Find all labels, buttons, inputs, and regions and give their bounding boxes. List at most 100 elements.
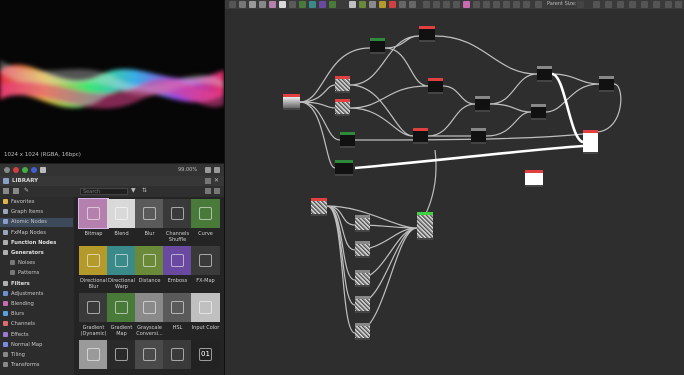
node-tile[interactable] (191, 293, 220, 322)
pencil-icon[interactable]: ✎ (24, 187, 29, 194)
tree-item[interactable]: Blurs (0, 310, 73, 319)
tool-icon-t[interactable] (675, 1, 682, 8)
size-dropdown[interactable] (577, 1, 584, 8)
tool-icon-l[interactable] (535, 1, 542, 8)
camera-icon[interactable] (214, 167, 220, 173)
node-tile[interactable] (79, 246, 108, 275)
node-tile[interactable] (107, 340, 136, 369)
graph-node[interactable] (583, 130, 598, 154)
channel-green-icon[interactable] (22, 167, 28, 173)
graph-icon[interactable] (229, 1, 236, 8)
graph-node[interactable] (471, 128, 486, 144)
node-tile[interactable] (135, 246, 164, 275)
output-node-icon[interactable] (389, 1, 396, 8)
distance-node-icon[interactable] (359, 1, 366, 8)
tool-icon-i[interactable] (503, 1, 510, 8)
node-tile[interactable] (135, 199, 164, 228)
tree-item[interactable]: Blending (0, 300, 73, 309)
tool-icon-g[interactable] (483, 1, 490, 8)
graph-node[interactable] (531, 104, 546, 120)
graph-node[interactable] (283, 94, 300, 110)
2d-view-panel[interactable]: 1024 x 1024 (RGBA, 16bpc) (0, 0, 224, 163)
node-tile[interactable] (107, 246, 136, 275)
pin-icon[interactable] (259, 1, 266, 8)
dir-blur-node-icon[interactable] (379, 1, 386, 8)
hsl-node-icon[interactable] (409, 1, 416, 8)
tool-icon-f[interactable] (473, 1, 480, 8)
graph-node[interactable] (335, 160, 353, 176)
tree-item[interactable]: Transforms (0, 361, 73, 370)
tool-icon-r[interactable] (653, 1, 660, 8)
tree-item[interactable]: Favorites (0, 198, 73, 207)
tool-icon-a[interactable] (423, 1, 430, 8)
graph-node[interactable] (335, 99, 350, 116)
bitmap-node-icon[interactable] (269, 1, 276, 8)
list-view-icon[interactable] (13, 188, 19, 194)
tree-item[interactable]: Function Nodes (0, 239, 73, 248)
graph-node[interactable] (419, 26, 435, 42)
tool-icon-e[interactable] (463, 1, 470, 8)
graph-node[interactable] (599, 76, 614, 92)
node-tile[interactable] (107, 293, 136, 322)
fxmap-node-icon[interactable] (339, 1, 346, 8)
tree-item[interactable]: Noises (0, 259, 73, 268)
tree-item[interactable]: Atomic Nodes (0, 218, 73, 228)
tool-icon-k[interactable] (523, 1, 530, 8)
sort-icon[interactable]: ⇅ (142, 187, 147, 194)
graph-view[interactable] (225, 0, 684, 375)
channel-all-icon[interactable] (4, 167, 10, 173)
tool-icon-j[interactable] (513, 1, 520, 8)
levels-node-icon[interactable] (399, 1, 406, 8)
graph-node[interactable] (355, 215, 370, 232)
graph-node[interactable] (355, 296, 370, 313)
node-tile[interactable] (163, 340, 192, 369)
blend-node-icon[interactable] (279, 1, 286, 8)
graph-node[interactable] (355, 241, 370, 258)
node-tile[interactable] (163, 199, 192, 228)
tree-item[interactable]: Normal Map (0, 341, 73, 350)
graph-node[interactable] (340, 132, 355, 148)
grayscale-node-icon[interactable] (369, 1, 376, 8)
tool-icon-q[interactable] (641, 1, 648, 8)
tree-item[interactable]: Filters (0, 280, 73, 289)
float-icon[interactable] (205, 178, 211, 184)
tree-item[interactable]: Adjustments (0, 290, 73, 299)
graph-node[interactable] (311, 198, 327, 216)
node-tile[interactable] (163, 246, 192, 275)
blur-node-icon[interactable] (289, 1, 296, 8)
channel-red-icon[interactable] (13, 167, 19, 173)
graph-node[interactable] (417, 212, 433, 240)
tool-icon-c[interactable] (443, 1, 450, 8)
graph-node[interactable] (537, 66, 552, 82)
node-tile[interactable] (163, 293, 192, 322)
emboss-node-icon[interactable] (319, 1, 326, 8)
alpha-icon[interactable] (40, 167, 46, 173)
node-tile[interactable]: 01 (191, 340, 220, 369)
channel-blue-icon[interactable] (31, 167, 37, 173)
graph-node[interactable] (428, 78, 443, 94)
graph-node[interactable] (525, 170, 543, 187)
search-input[interactable]: Search (80, 188, 128, 195)
zoom-level[interactable]: 99.00% (178, 167, 197, 173)
graph-node[interactable] (355, 323, 370, 340)
tree-item[interactable]: Generators (0, 249, 73, 258)
expand-icon[interactable] (214, 188, 220, 194)
tree-item[interactable]: Tiling (0, 351, 73, 360)
settings-icon[interactable] (205, 167, 211, 173)
tool-icon-m[interactable] (593, 1, 600, 8)
comment-icon[interactable] (249, 1, 256, 8)
tree-item[interactable]: Graph Items (0, 208, 73, 217)
filter-icon[interactable]: ▼ (131, 187, 136, 194)
graph-node[interactable] (335, 76, 350, 93)
node-tile[interactable] (79, 293, 108, 322)
node-tile[interactable] (78, 198, 109, 229)
grid-view-icon[interactable] (3, 188, 9, 194)
close-icon[interactable]: ✕ (214, 178, 220, 184)
input-color-node-icon[interactable] (349, 1, 356, 8)
warp-node-icon[interactable] (309, 1, 316, 8)
tree-item[interactable]: Channels (0, 320, 73, 329)
gradient-map-node-icon[interactable] (329, 1, 336, 8)
tool-icon-d[interactable] (453, 1, 460, 8)
node-tile[interactable] (191, 199, 220, 228)
graph-node[interactable] (413, 128, 428, 144)
